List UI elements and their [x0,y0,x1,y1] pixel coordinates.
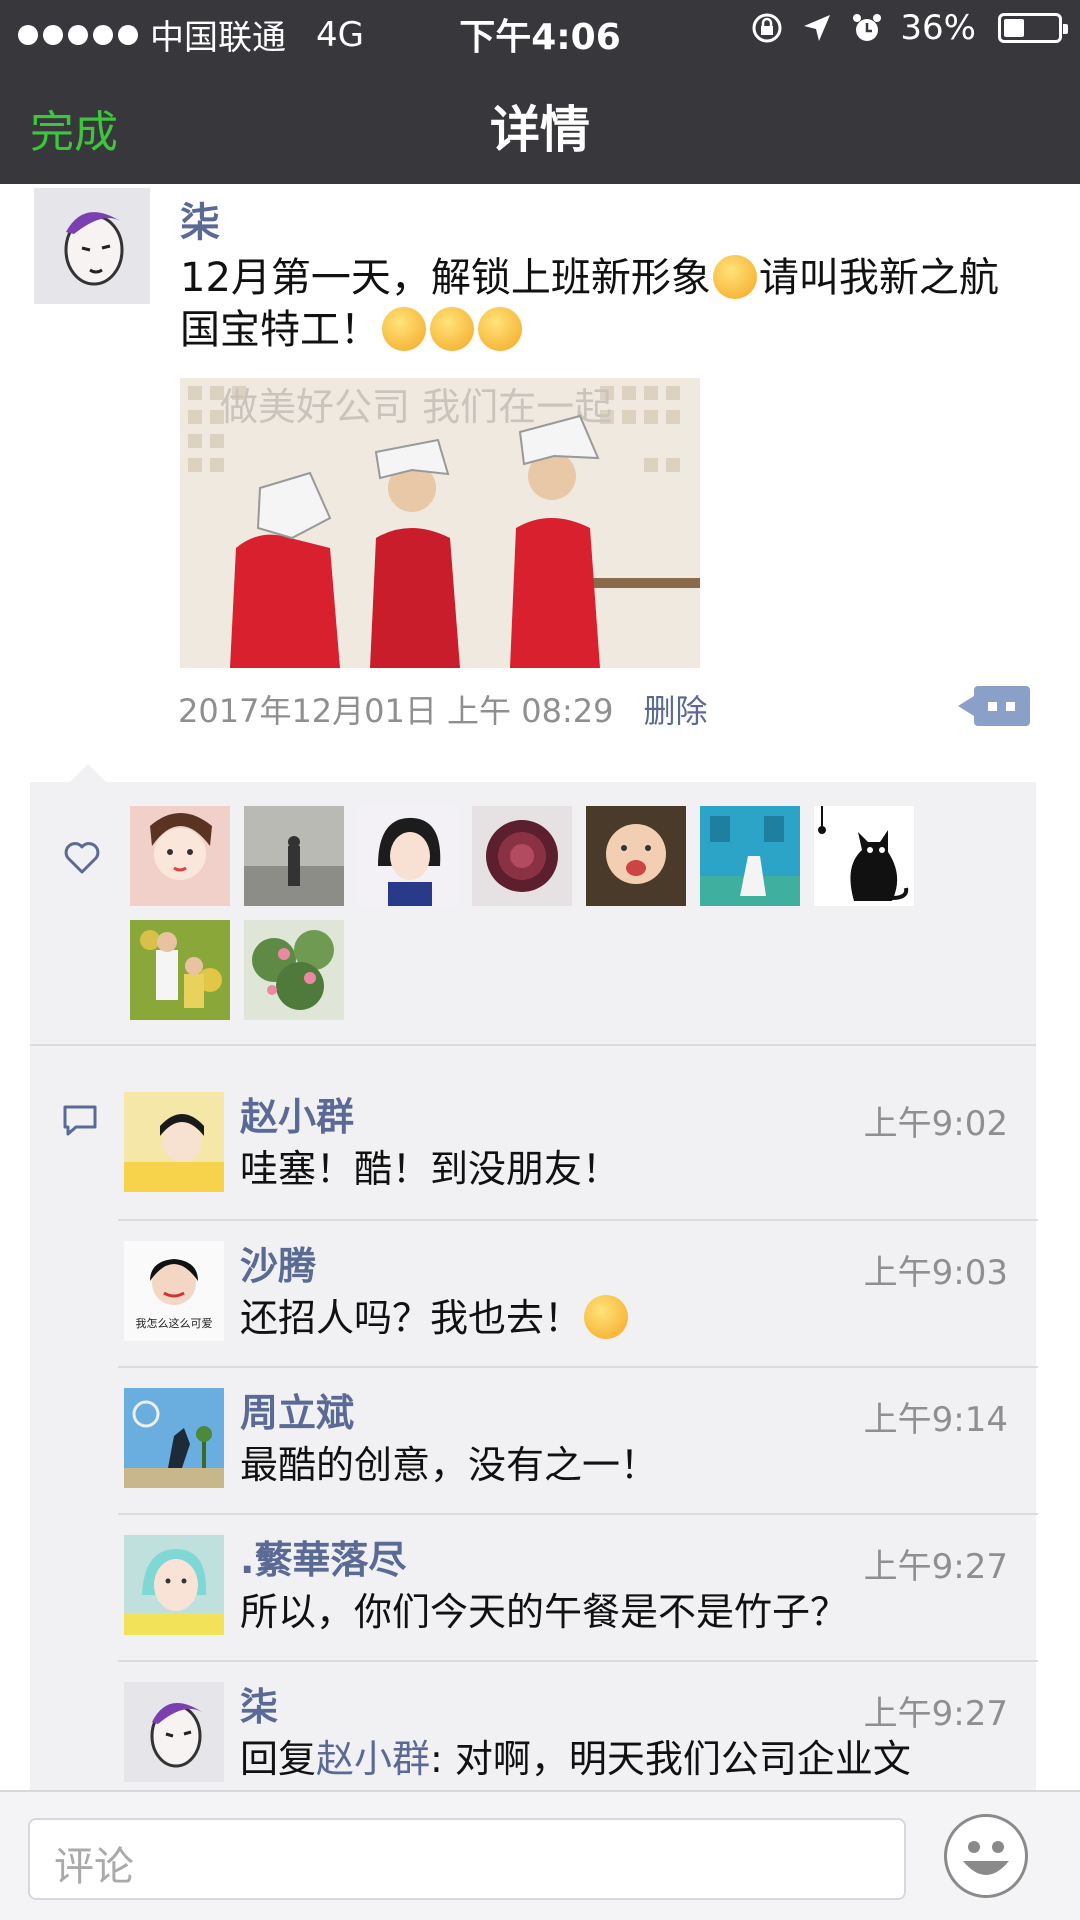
like-avatar[interactable] [358,806,458,906]
comment-time: 上午9:03 [863,1253,1008,1293]
like-avatar[interactable] [586,806,686,906]
laughing-emoji-icon [430,307,474,351]
commenter-avatar[interactable] [124,1092,224,1192]
likes-comments-divider [30,1044,1036,1046]
comment-text: 回复赵小群: 对啊，明天我们公司企业文 [240,1728,911,1783]
commenter-name[interactable]: 周立斌 [240,1382,354,1437]
comments-list: 赵小群 上午9:02 哇塞！酷！到没朋友！ 我怎么这么可爱 沙腾 上午9:03 … [118,1072,1038,1807]
rotation-lock-icon [752,13,782,43]
post-text: 12月第一天，解锁上班新形象 请叫我新之航 国宝特工！ [180,252,1050,356]
battery-icon [998,13,1068,43]
like-avatar[interactable] [700,806,800,906]
status-bar: 中国联通 4G 下午4:06 36% [0,0,1080,60]
reply-prefix: 回复 [240,1737,317,1781]
comment-text-body: : 对啊，明天我们公司企业文 [430,1737,911,1781]
post-meta: 2017年12月01日 上午 08:29 删除 [178,686,707,732]
post-text-part2: 请叫我新之航 [758,255,999,301]
comment-text: 最酷的创意，没有之一！ [240,1443,659,1487]
commenter-avatar[interactable] [124,1535,224,1635]
comment-item[interactable]: 我怎么这么可爱 沙腾 上午9:03 还招人吗？我也去！ [118,1219,1038,1366]
surprised-emoji-icon [584,1295,629,1339]
dizzy-face-emoji-icon [712,255,757,299]
smiley-icon [963,1841,1009,1875]
comment-item[interactable]: .蘩華落尽 上午9:27 所以，你们今天的午餐是不是竹子？ [118,1513,1038,1660]
delete-link[interactable]: 删除 [643,686,707,732]
page-title: 详情 [490,101,590,159]
alarm-icon [853,14,882,41]
post-author-avatar[interactable] [34,188,150,304]
comment-text: 还招人吗？我也去！ [240,1287,630,1342]
comment-input[interactable]: 评论 [28,1818,906,1900]
comment-text-body: 还招人吗？我也去！ [240,1296,583,1340]
commenter-name[interactable]: 赵小群 [240,1086,354,1141]
like-avatar[interactable] [472,806,572,906]
like-avatar[interactable] [130,920,230,1020]
commenter-avatar[interactable] [124,1388,224,1488]
comment-icon [63,1105,97,1136]
heart-icon [64,842,100,874]
like-avatar[interactable] [244,920,344,1020]
commenter-name[interactable]: .蘩華落尽 [240,1529,406,1584]
like-avatar[interactable] [814,806,914,906]
commenter-avatar[interactable] [124,1682,224,1782]
location-arrow-icon [804,15,831,41]
laughing-emoji-icon [382,307,426,351]
laughing-emoji-icon [478,307,522,351]
reply-target-name[interactable]: 赵小群 [316,1737,430,1781]
comment-time: 上午9:14 [863,1400,1008,1440]
commenter-name[interactable]: 柒 [240,1676,278,1731]
avatar-caption: 我怎么这么可爱 [136,1316,213,1330]
post-timestamp: 2017年12月01日 上午 08:29 [178,692,614,730]
comment-item[interactable]: 柒 上午9:27 回复赵小群: 对啊，明天我们公司企业文 [118,1660,1038,1807]
post-text-part3: 国宝特工！ [180,307,380,353]
interaction-panel: 赵小群 上午9:02 哇塞！酷！到没朋友！ 我怎么这么可爱 沙腾 上午9:03 … [30,764,1038,1792]
top-bar: 中国联通 4G 下午4:06 36% 完成 详情 [0,0,1080,184]
likes-list [130,806,950,1020]
comment-text: 所以，你们今天的午餐是不是竹子？ [240,1590,849,1634]
comment-menu-button[interactable] [958,686,1030,726]
emoji-button[interactable] [944,1814,1028,1898]
commenter-name[interactable]: 沙腾 [240,1235,316,1290]
like-avatar[interactable] [244,806,344,906]
post-text-part1: 12月第一天，解锁上班新形象 [180,255,711,301]
commenter-avatar[interactable]: 我怎么这么可爱 [124,1241,224,1341]
comment-text: 哇塞！酷！到没朋友！ [240,1147,621,1191]
comment-time: 上午9:02 [863,1104,1008,1144]
comment-input-bar: 评论 [0,1790,1080,1920]
comment-item[interactable]: 周立斌 上午9:14 最酷的创意，没有之一！ [118,1366,1038,1513]
nav-bar: 完成 详情 [0,60,1080,184]
comment-time: 上午9:27 [863,1547,1008,1587]
post-photo[interactable]: 做美好公司 我们在一起 [180,378,700,668]
post-author-name[interactable]: 柒 [180,190,220,248]
like-avatar[interactable] [130,806,230,906]
battery-percent: 36% [900,8,976,48]
comment-item[interactable]: 赵小群 上午9:02 哇塞！酷！到没朋友！ [118,1072,1038,1219]
